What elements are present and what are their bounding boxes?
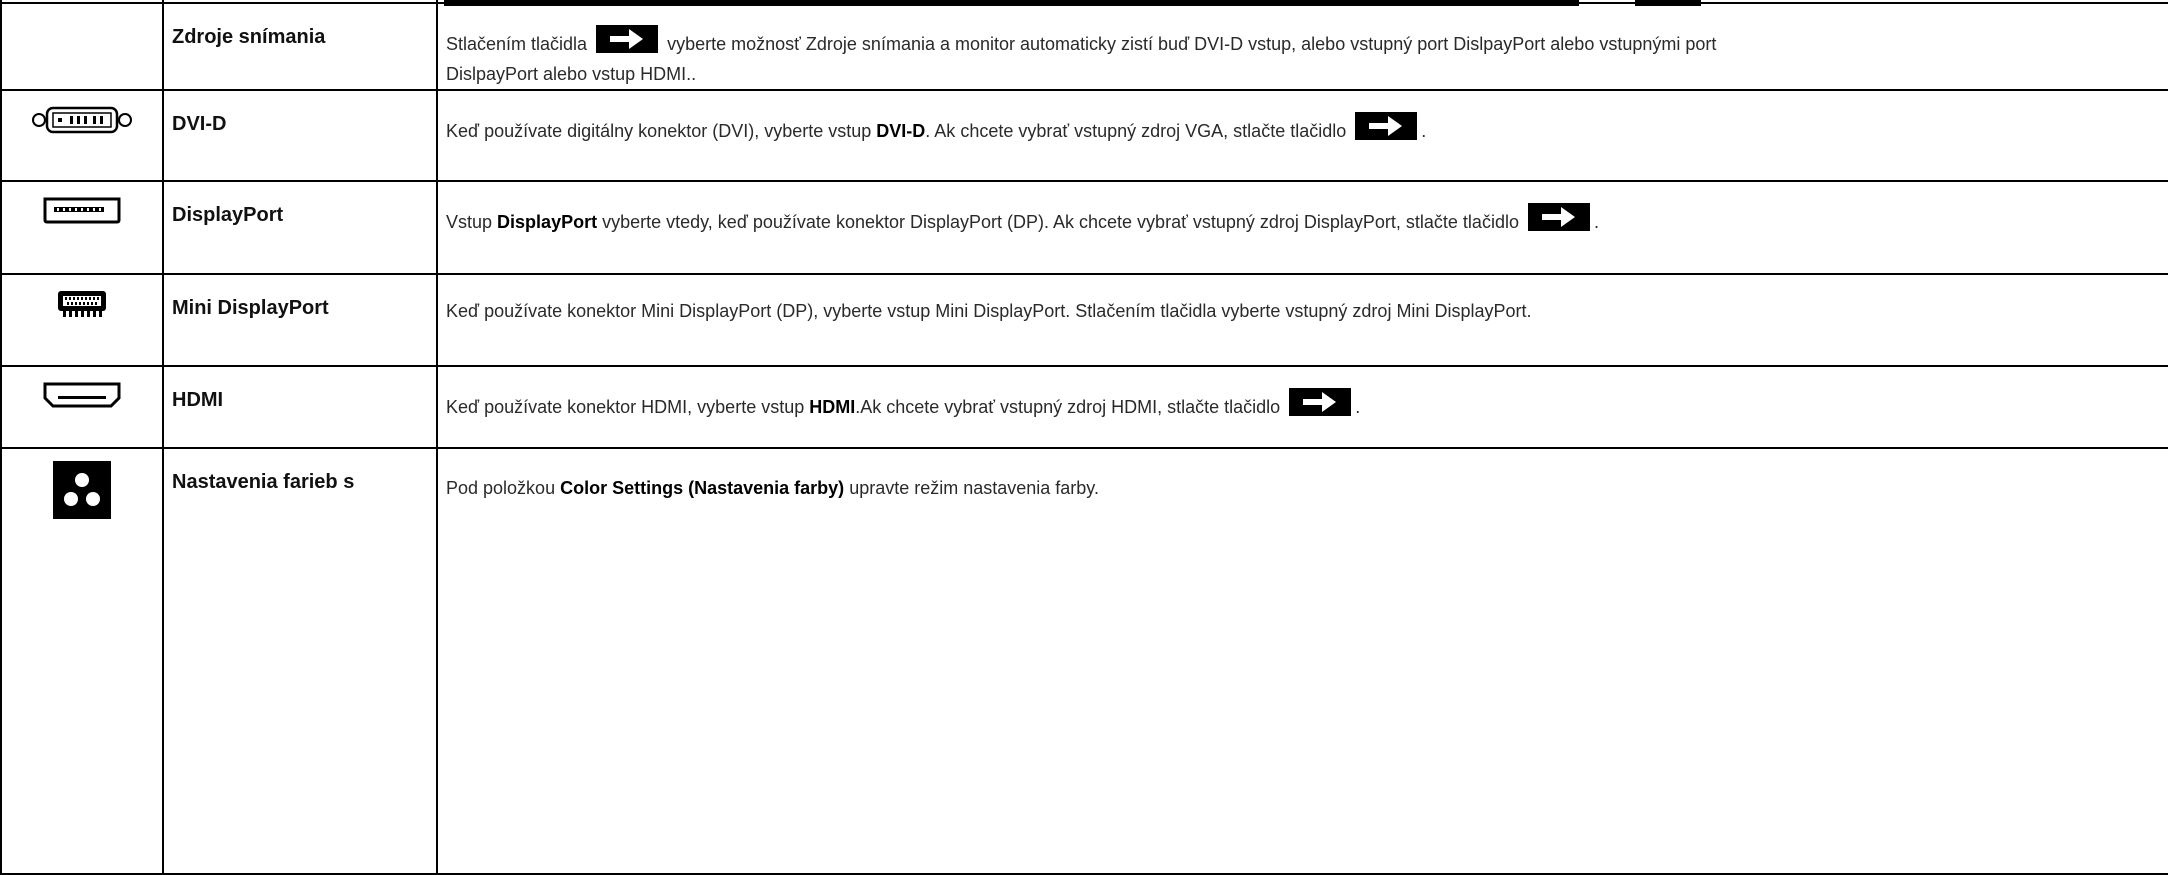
hdmi-connector-icon	[42, 381, 122, 414]
row-description: Pod položkou Color Settings (Nastavenia …	[436, 447, 2168, 875]
displayport-connector-icon	[42, 196, 122, 229]
row-description: Vstup DisplayPort vyberte vtedy, keď pou…	[436, 180, 2168, 275]
row-description: Stlačením tlačidla vyberte možnosť Zdroj…	[436, 2, 2168, 91]
icon-cell	[0, 89, 164, 182]
table-row-zdroje-snimania: Zdroje snímania Stlačením tlačidla vyber…	[0, 2, 2168, 91]
osd-menu-table: Zdroje snímania Stlačením tlačidla vyber…	[0, 0, 2168, 875]
row-name: Mini DisplayPort	[162, 273, 438, 367]
row-name: HDMI	[162, 365, 438, 449]
row-name: Zdroje snímania	[162, 2, 438, 91]
arrow-right-icon	[1527, 203, 1590, 231]
row-name: DVI-D	[162, 89, 438, 182]
arrow-right-icon	[596, 25, 659, 53]
icon-cell	[0, 2, 164, 91]
table-row-displayport: DisplayPort Vstup DisplayPort vyberte vt…	[0, 180, 2168, 275]
color-settings-icon	[53, 461, 111, 519]
row-name: DisplayPort	[162, 180, 438, 275]
icon-cell	[0, 365, 164, 449]
mini-displayport-connector-icon	[57, 289, 107, 324]
row-description: Keď používate digitálny konektor (DVI), …	[436, 89, 2168, 182]
dvi-connector-icon	[30, 105, 134, 140]
arrow-right-icon	[1289, 388, 1352, 416]
table-row-color-settings: Nastavenia farieb s Pod položkou Color S…	[0, 447, 2168, 875]
arrow-right-icon	[1355, 112, 1418, 140]
icon-cell	[0, 180, 164, 275]
table-row-dvi-d: DVI-D Keď používate digitálny konektor (…	[0, 89, 2168, 182]
table-row-hdmi: HDMI Keď používate konektor HDMI, vybert…	[0, 365, 2168, 449]
row-description: Keď používate konektor Mini DisplayPort …	[436, 273, 2168, 367]
icon-cell	[0, 447, 164, 875]
row-name: Nastavenia farieb s	[162, 447, 438, 875]
row-description: Keď používate konektor HDMI, vyberte vst…	[436, 365, 2168, 449]
icon-cell	[0, 273, 164, 367]
table-row-mini-displayport: Mini DisplayPort Keď používate konektor …	[0, 273, 2168, 367]
